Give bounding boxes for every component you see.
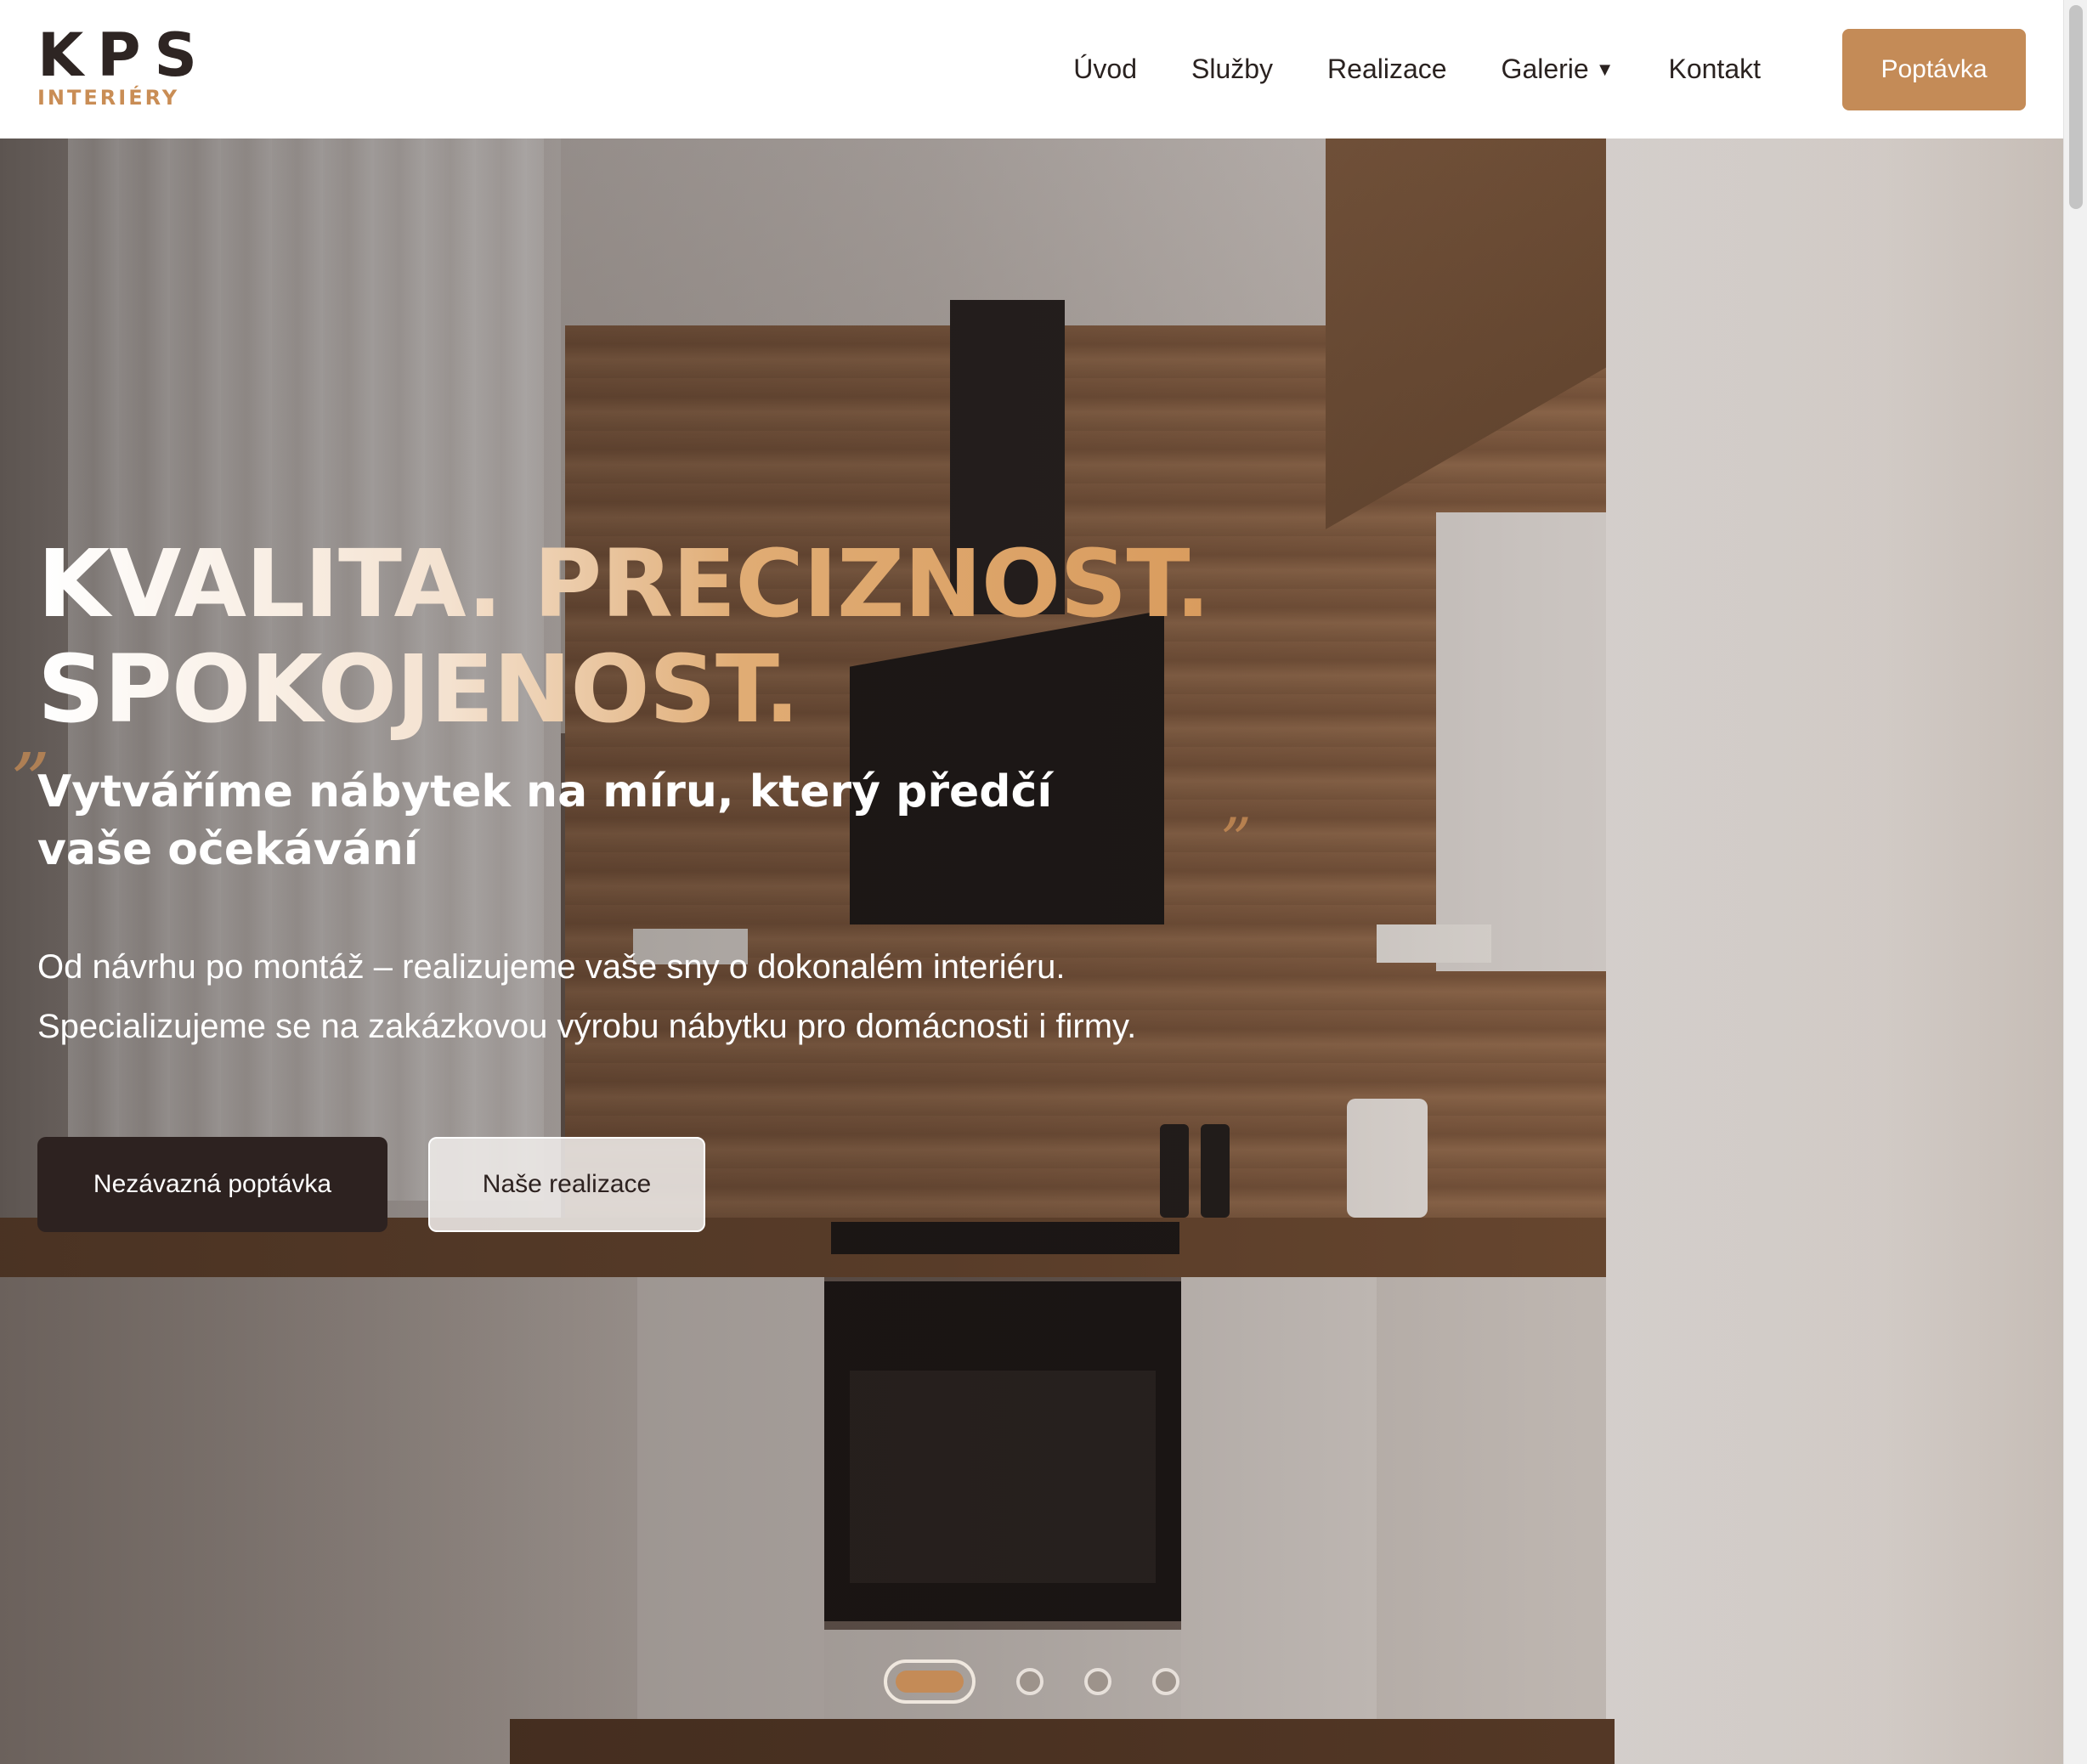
slider-dot-3[interactable] [1084, 1668, 1111, 1695]
site-header: KPS INTERIÉRY Úvod Služby Realizace Gale… [0, 0, 2063, 139]
nase-realizace-button[interactable]: Naše realizace [428, 1137, 705, 1232]
hero-title-line-2: SPOKOJENOST. [37, 635, 800, 743]
logo[interactable]: KPS INTERIÉRY [37, 20, 211, 110]
caret-down-icon: ▼ [1595, 58, 1615, 80]
nav-item-sluzby[interactable]: Služby [1191, 54, 1273, 85]
logo-wordmark: KPS [37, 20, 211, 90]
slider-dot-1-active[interactable] [884, 1659, 976, 1704]
main-nav: Úvod Služby Realizace Galerie ▼ Kontakt [1073, 54, 1761, 85]
nav-item-galerie[interactable]: Galerie ▼ [1502, 54, 1615, 85]
page-scrollbar[interactable] [2063, 0, 2087, 1764]
nav-item-kontakt[interactable]: Kontakt [1668, 54, 1761, 85]
hero-subtitle: Vytváříme nábytek na míru, který předčí … [37, 766, 1053, 875]
logo-tagline: INTERIÉRY [37, 86, 180, 110]
hero-description-line-1: Od návrhu po montáž – realizujeme vaše s… [37, 948, 1066, 986]
nav-item-uvod[interactable]: Úvod [1073, 54, 1137, 85]
hero-title: KVALITA. PRECIZNOST. SPOKOJENOST. [37, 531, 1210, 742]
nav-item-realizace[interactable]: Realizace [1327, 54, 1447, 85]
slider-dot-2[interactable] [1016, 1668, 1044, 1695]
hero-description-line-2: Specializujeme se na zakázkovou výrobu n… [37, 1008, 1137, 1045]
poptavka-button[interactable]: Poptávka [1842, 28, 2026, 110]
hero-title-line-1: KVALITA. PRECIZNOST. [37, 529, 1210, 638]
hero-description: Od návrhu po montáž – realizujeme vaše s… [37, 937, 1136, 1056]
nav-item-galerie-label: Galerie [1501, 54, 1589, 84]
active-dot-pill [896, 1671, 964, 1693]
quote-close-icon: ” [1220, 805, 1252, 876]
hero-slider: KVALITA. PRECIZNOST. SPOKOJENOST. ” Vytv… [0, 139, 2063, 1764]
scrollbar-thumb[interactable] [2069, 5, 2083, 209]
slider-pagination [884, 1659, 1179, 1704]
slider-dot-4[interactable] [1152, 1668, 1179, 1695]
nezavazna-poptavka-button[interactable]: Nezávazná poptávka [37, 1137, 387, 1232]
